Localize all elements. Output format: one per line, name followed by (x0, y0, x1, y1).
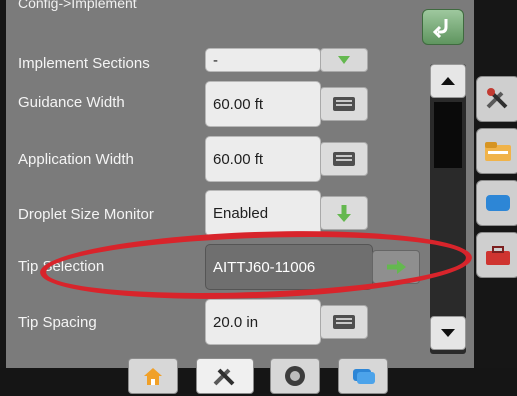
folder-tab[interactable] (476, 128, 517, 174)
down-arrow-icon (337, 205, 351, 222)
keyboard-icon (333, 315, 355, 329)
home-tab[interactable] (128, 358, 178, 394)
blue-tab[interactable] (476, 180, 517, 226)
tools-icon (213, 368, 235, 386)
scroll-up-icon (441, 77, 455, 85)
gauge-tab[interactable] (270, 358, 320, 394)
scroll-down-button[interactable] (430, 316, 466, 350)
row-label-tip-selection: Tip Selection (18, 258, 105, 275)
row-label-guidance-width: Guidance Width (18, 94, 125, 111)
config-tools-tab[interactable] (476, 76, 517, 122)
keyboard-icon (333, 97, 355, 111)
keyboard-icon (333, 152, 355, 166)
droplet-size-monitor-value[interactable]: Enabled (205, 190, 321, 236)
tools-tab[interactable] (196, 358, 254, 394)
application-width-keyboard-button[interactable] (320, 142, 368, 176)
tip-spacing-value[interactable]: 20.0 in (205, 299, 321, 345)
gauge-icon (285, 366, 305, 386)
row-label-tip-spacing: Tip Spacing (18, 314, 97, 331)
implement-sections-dropdown-button[interactable] (320, 48, 368, 72)
application-width-value[interactable]: 60.00 ft (205, 136, 321, 182)
row-label-implement-sections: Implement Sections (18, 55, 150, 72)
back-button[interactable] (422, 9, 464, 45)
scroll-down-icon (441, 329, 455, 337)
tip-spacing-keyboard-button[interactable] (320, 305, 368, 339)
config-screen: Config->Implement Implement Sections - G… (6, 0, 474, 368)
folder-icon (485, 142, 511, 161)
right-arrow-icon (387, 260, 406, 274)
toolbox-tab[interactable] (476, 232, 517, 278)
scroll-up-button[interactable] (430, 64, 466, 98)
scroll-thumb[interactable] (434, 102, 462, 168)
bottom-nav-bar (0, 368, 517, 396)
layers-icon (353, 369, 375, 384)
droplet-size-monitor-dropdown-button[interactable] (320, 196, 368, 230)
guidance-width-value[interactable]: 60.00 ft (205, 81, 321, 127)
tip-selection-next-button[interactable] (372, 250, 420, 284)
guidance-width-keyboard-button[interactable] (320, 87, 368, 121)
home-icon (144, 368, 162, 385)
toolbox-icon (486, 246, 510, 265)
tip-selection-value[interactable]: AITTJ60-11006 (205, 244, 373, 290)
row-label-droplet-size-monitor: Droplet Size Monitor (18, 206, 154, 223)
row-label-application-width: Application Width (18, 151, 134, 168)
implement-sections-value[interactable]: - (205, 48, 321, 72)
page-title: Config->Implement (18, 0, 137, 11)
layers-tab[interactable] (338, 358, 388, 394)
down-arrow-icon (338, 56, 350, 64)
blue-tab-icon (486, 195, 510, 211)
device-frame: Config->Implement Implement Sections - G… (0, 0, 517, 396)
back-arrow-icon (432, 19, 448, 38)
config-tools-icon (486, 88, 508, 109)
